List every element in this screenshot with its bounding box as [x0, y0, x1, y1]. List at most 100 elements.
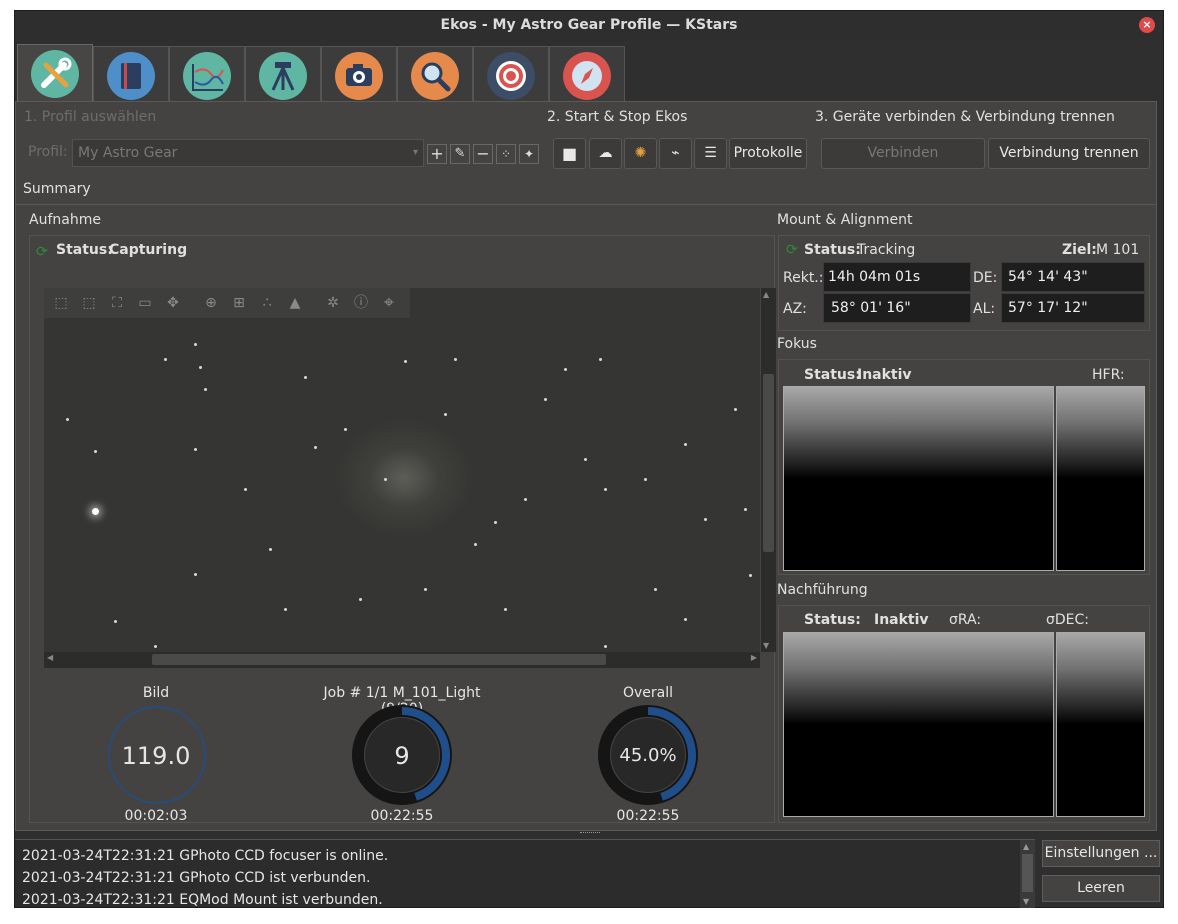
scroll-left-icon[interactable]: ◀ — [47, 653, 53, 662]
grid-icon[interactable]: ⊞ — [230, 294, 248, 312]
overall-label: Overall — [622, 685, 674, 701]
fits-image-viewer[interactable]: ⬚ ⬚ ⛶ ▭ ✥ ⊕ ⊞ ∴ ▲ ✲ ⓘ ⌖ — [44, 288, 760, 652]
overall-time: 00:22:55 — [616, 808, 680, 824]
logs-button[interactable]: Protokolle — [729, 138, 807, 169]
scroll-up-icon[interactable]: ▲ — [1023, 842, 1029, 851]
log-scrollbar[interactable]: ▲ ▼ — [1020, 840, 1035, 908]
chevron-down-icon: ▾ — [412, 147, 418, 158]
star — [199, 366, 202, 369]
summary-title: Summary — [23, 181, 91, 197]
guide-status-label: Status: — [804, 612, 861, 628]
zoom-default-icon[interactable]: ▭ — [136, 294, 154, 312]
az-label: AZ: — [783, 301, 807, 317]
tab-setup[interactable] — [17, 44, 93, 103]
focus-status-label: Status: — [804, 367, 861, 383]
log-scroll-handle[interactable] — [1022, 854, 1033, 892]
connect-button[interactable]: Verbinden — [821, 138, 985, 169]
star — [94, 450, 97, 453]
splitter-handle[interactable] — [580, 832, 600, 836]
mount-status-icon: ⟳ — [786, 242, 798, 258]
star — [604, 645, 607, 648]
stop-ekos-button[interactable]: ■ — [553, 138, 586, 169]
tab-scheduler[interactable] — [93, 46, 169, 102]
crosshair-icon[interactable]: ⊕ — [202, 294, 220, 312]
scroll-right-icon[interactable]: ▶ — [751, 653, 757, 662]
settings-button[interactable]: Einstellungen ... — [1042, 840, 1160, 867]
align-icon — [487, 52, 535, 100]
bright-star — [92, 508, 99, 515]
bild-time: 00:02:03 — [124, 808, 188, 824]
star — [744, 508, 747, 511]
profile-select[interactable]: My Astro Gear ▾ — [72, 139, 424, 167]
zoom-in-icon[interactable]: ⬚ — [52, 294, 70, 312]
edit-profile-button[interactable]: ✎ — [450, 144, 470, 164]
mount-title: Mount & Alignment — [777, 212, 913, 228]
star — [114, 620, 117, 623]
clear-log-button[interactable]: Leeren — [1042, 875, 1160, 902]
window-title: Ekos - My Astro Gear Profile — KStars — [440, 17, 738, 33]
capture-status-value: Capturing — [109, 242, 188, 258]
capture-status-label: Status: — [56, 242, 113, 258]
job-value: 9 — [394, 742, 410, 770]
target-icon[interactable]: ⌖ — [380, 294, 398, 312]
job-time: 00:22:55 — [370, 808, 434, 824]
zoom-fit-icon[interactable]: ⛶ — [108, 294, 126, 312]
star — [604, 488, 607, 491]
disconnect-button[interactable]: Verbindung trennen — [988, 138, 1150, 169]
magic-wand-button[interactable]: ✦ — [519, 144, 539, 164]
tab-align[interactable] — [473, 46, 549, 102]
overall-value: 45.0% — [619, 745, 677, 766]
tab-focus[interactable] — [397, 46, 473, 102]
add-profile-button[interactable]: + — [427, 144, 447, 164]
star — [269, 548, 272, 551]
viewer-horizontal-scrollbar[interactable]: ◀ ▶ — [44, 652, 760, 668]
de-label: DE: — [973, 270, 998, 286]
start-stop-section-title: 2. Start & Stop Ekos — [547, 109, 688, 125]
objects-icon[interactable]: ✲ — [324, 294, 342, 312]
al-label: AL: — [973, 301, 996, 317]
pan-icon[interactable]: ✥ — [164, 294, 182, 312]
connect-section-title: 3. Geräte verbinden & Verbindung trennen — [815, 109, 1115, 125]
guide-status-value: Inaktiv — [874, 612, 929, 628]
star — [194, 343, 197, 346]
capture-title: Aufnahme — [29, 212, 101, 228]
remove-profile-button[interactable]: − — [473, 144, 493, 164]
title-bar: Ekos - My Astro Gear Profile — KStars × — [15, 11, 1163, 39]
ra-value: 14h 04m 01s — [823, 262, 971, 292]
log-line: 2021-03-24T22:31:21 GPhoto CCD ist verbu… — [22, 870, 371, 886]
ekos-window: Ekos - My Astro Gear Profile — KStars × — [14, 10, 1164, 908]
star — [384, 478, 387, 481]
stretch-icon[interactable]: ▲ — [286, 294, 304, 312]
scroll-down-icon[interactable]: ▼ — [1023, 897, 1029, 906]
stars-icon[interactable]: ∴ — [258, 294, 276, 312]
tab-capture[interactable] — [321, 46, 397, 102]
hscroll-handle[interactable] — [152, 654, 606, 665]
star — [154, 645, 157, 648]
profile-wizard-button[interactable]: ⁘ — [496, 144, 516, 164]
info-icon[interactable]: ⓘ — [352, 294, 370, 312]
sliders-button[interactable]: ☰ — [694, 138, 727, 169]
tab-mount[interactable] — [245, 46, 321, 102]
mount-status-label: Status: — [804, 242, 861, 258]
usb-button[interactable]: ⌁ — [659, 138, 692, 169]
tab-guide[interactable] — [549, 46, 625, 102]
scroll-down-icon[interactable]: ▼ — [763, 641, 769, 650]
scroll-up-icon[interactable]: ▲ — [763, 290, 769, 299]
viewer-vertical-scrollbar[interactable]: ▲ ▼ — [760, 288, 776, 652]
star — [684, 443, 687, 446]
log-panel: 2021-03-24T22:31:21 GPhoto CCD focuser i… — [15, 839, 1035, 908]
star — [644, 478, 647, 481]
star — [284, 608, 287, 611]
zoom-out-icon[interactable]: ⬚ — [80, 294, 98, 312]
close-button[interactable]: × — [1139, 17, 1155, 33]
flash-button[interactable]: ✺ — [624, 138, 657, 169]
cloud-button[interactable]: ☁ — [589, 138, 622, 169]
vscroll-handle[interactable] — [763, 374, 774, 552]
star — [194, 448, 197, 451]
star — [584, 458, 587, 461]
tab-analyze[interactable] — [169, 46, 245, 102]
target-value: M 101 — [1096, 242, 1140, 258]
star — [244, 488, 247, 491]
star — [404, 360, 407, 363]
sigma-ra-label: σRA: — [949, 612, 982, 628]
